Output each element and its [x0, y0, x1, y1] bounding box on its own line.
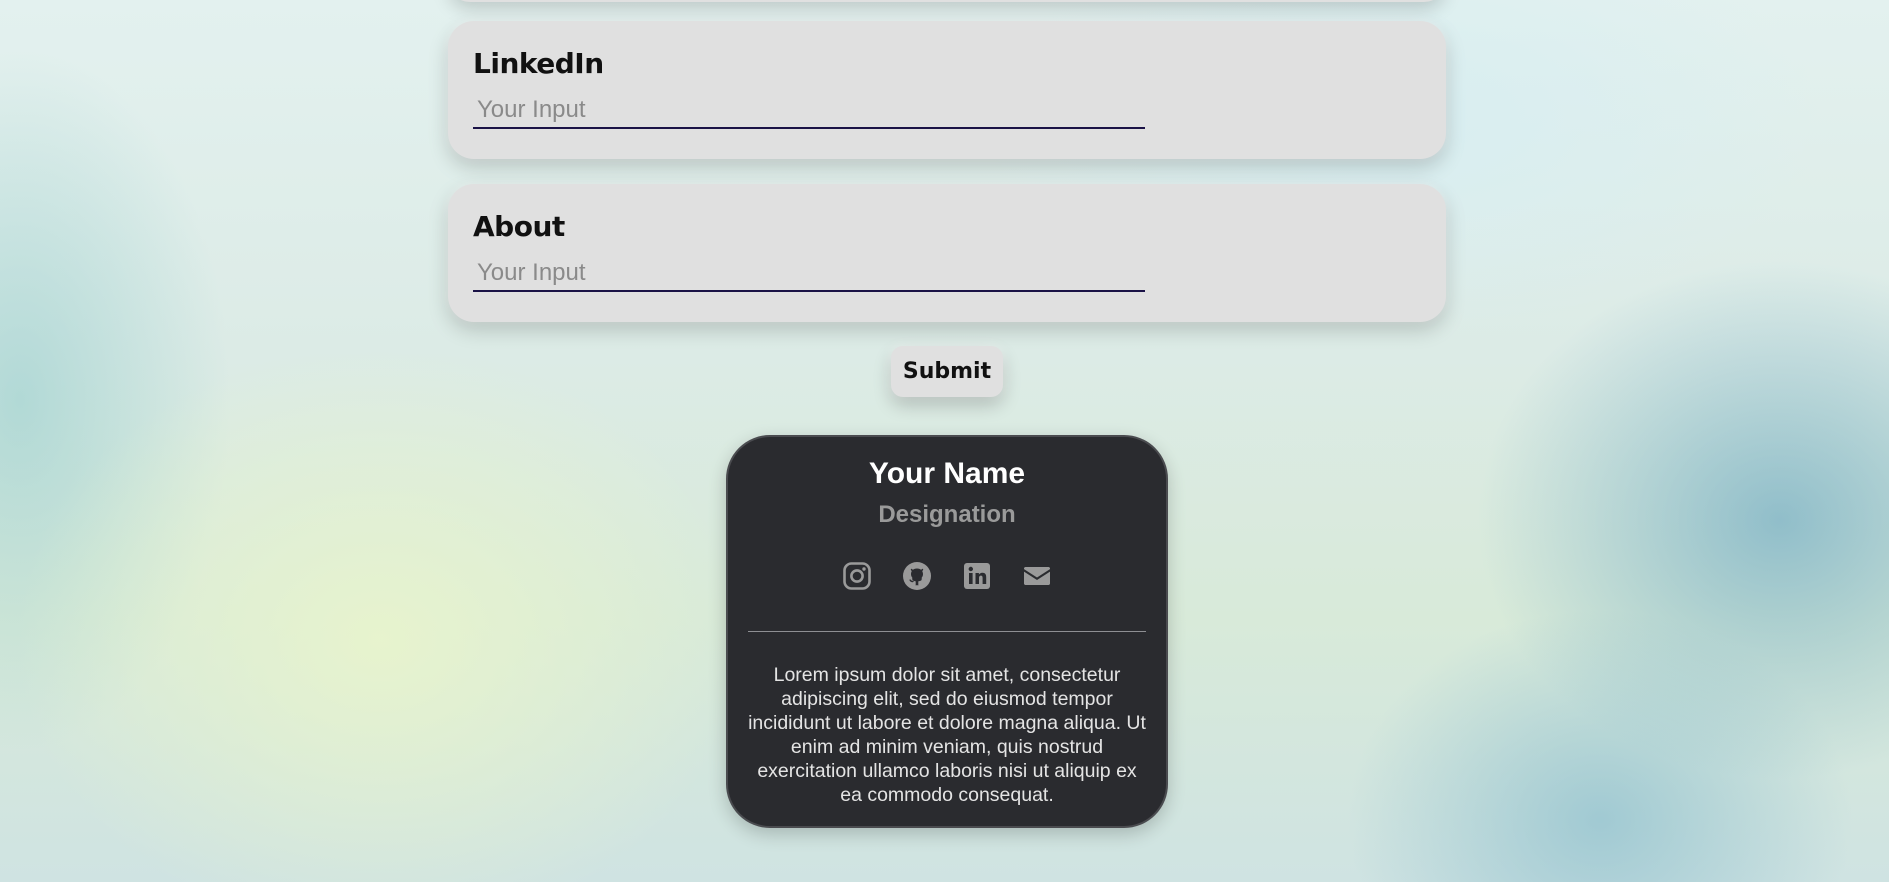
- about-input[interactable]: [473, 256, 1145, 292]
- instagram-icon[interactable]: [842, 561, 872, 591]
- github-icon[interactable]: [902, 561, 932, 591]
- profile-bio: Lorem ipsum dolor sit amet, consectetur …: [748, 664, 1146, 806]
- profile-divider: [748, 631, 1146, 632]
- previous-field-card: [448, 0, 1446, 2]
- profile-card: Your Name Designation Lorem ipsum dolor …: [726, 435, 1168, 828]
- linkedin-label: LinkedIn: [473, 47, 604, 80]
- profile-name: Your Name: [868, 457, 1026, 490]
- social-links: [728, 561, 1166, 591]
- linkedin-icon[interactable]: [962, 561, 992, 591]
- about-label: About: [473, 210, 565, 243]
- linkedin-input[interactable]: [473, 93, 1145, 129]
- linkedin-field-card: LinkedIn: [448, 21, 1446, 159]
- about-field-card: About: [448, 184, 1446, 322]
- profile-designation: Designation: [878, 501, 1016, 528]
- submit-button[interactable]: Submit: [891, 346, 1003, 397]
- email-icon[interactable]: [1022, 561, 1052, 591]
